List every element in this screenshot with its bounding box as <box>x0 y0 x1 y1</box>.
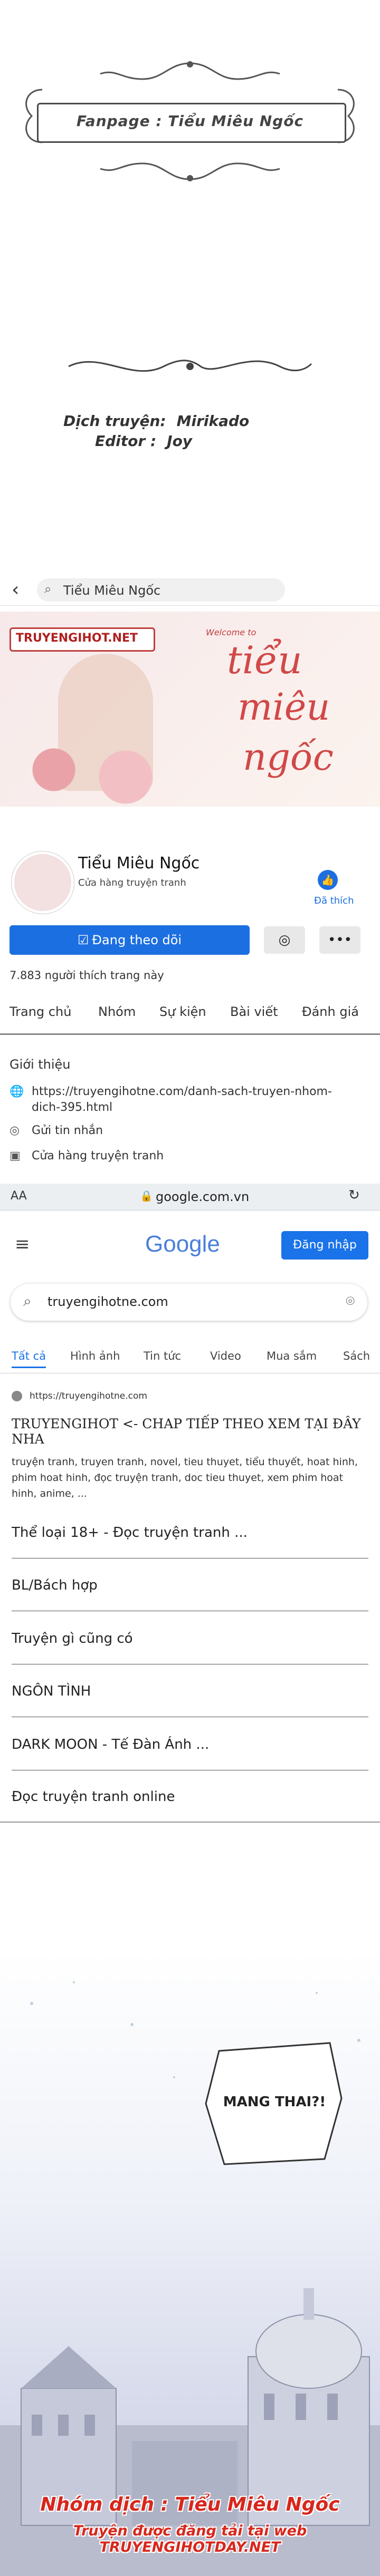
page-link-line1[interactable]: https://truyengihotne.com/danh-sach-truy… <box>32 1085 332 1098</box>
page-avatar[interactable] <box>12 851 74 914</box>
credit-group: Nhóm dịch : Tiểu Miêu Ngốc <box>40 2494 340 2515</box>
sitelink-5[interactable]: DARK MOON - Tế Đàn Ánh ... <box>12 1737 209 1752</box>
fb-search-bar[interactable]: ⌕ Tiểu Miêu Ngốc <box>37 578 285 602</box>
cover-banner-label: TRUYENGIHOT.NET <box>16 632 138 645</box>
google-query: truyengihotne.com <box>48 1294 168 1309</box>
reload-icon[interactable]: ↻ <box>348 1187 360 1203</box>
google-logo: Google <box>145 1231 220 1257</box>
likes-count: 7.883 người thích trang này <box>10 969 164 982</box>
sitelink-3[interactable]: Truyện gì cũng có <box>12 1631 133 1647</box>
page-name: Tiểu Miêu Ngốc <box>78 854 200 873</box>
google-search-input[interactable]: ⌕ truyengihotne.com ⌾ <box>11 1284 367 1321</box>
sitelink-4[interactable]: NGÔN TÌNH <box>12 1683 91 1699</box>
google-tab-images[interactable]: Hình ảnh <box>70 1350 120 1362</box>
result-title[interactable]: TRUYENGIHOT <- CHAP TIẾP THEO XEM TẠI ĐÂ… <box>12 1416 370 1447</box>
translator-value: Mirikado <box>176 412 250 430</box>
lock-icon: 🔒 <box>140 1189 153 1202</box>
about-title: Giới thiệu <box>10 1057 71 1072</box>
cover-photo: TRUYENGIHOT.NET Welcome to tiểu miêu ngố… <box>0 612 380 807</box>
follow-label: Đang theo dõi <box>92 933 182 947</box>
globe-icon: 🌐 <box>10 1085 24 1098</box>
sitelink-2[interactable]: BL/Bách hợp <box>12 1577 98 1593</box>
google-tab-news[interactable]: Tin tức <box>144 1350 181 1362</box>
credit-website: Truyện được đăng tải tại web TRUYENGIHOT… <box>73 2523 307 2555</box>
tab-posts[interactable]: Bài viết <box>230 1004 278 1019</box>
messenger-small-icon: ◎ <box>10 1124 20 1137</box>
fb-search-text: Tiểu Miêu Ngốc <box>63 583 161 598</box>
cover-title-2: miêu <box>238 685 330 729</box>
category-link[interactable]: Cửa hàng truyện tranh <box>32 1149 164 1163</box>
back-arrow-icon[interactable]: ‹ <box>12 579 19 601</box>
send-message-link[interactable]: Gửi tin nhắn <box>32 1124 103 1137</box>
result-description: truyện tranh, truyen tranh, novel, tieu … <box>12 1456 358 1499</box>
text-size-button[interactable]: AA <box>11 1189 27 1203</box>
tab-groups[interactable]: Nhóm <box>98 1004 136 1019</box>
follow-button[interactable]: ☑ Đang theo dõi <box>10 925 250 955</box>
like-label: Đã thích <box>314 895 354 906</box>
cover-flowers <box>0 733 179 807</box>
page-link-line2[interactable]: dich-395.html <box>32 1101 112 1114</box>
google-tab-books[interactable]: Sách <box>343 1350 370 1362</box>
sitelink-1[interactable]: Thể loại 18+ - Đọc truyện tranh ... <box>12 1525 248 1541</box>
credits-block: Dịch truyện: Mirikado Editor : Joy <box>63 411 249 451</box>
camera-icon[interactable]: ⌾ <box>346 1292 355 1310</box>
result-favicon-icon <box>12 1391 22 1401</box>
messenger-button[interactable]: ◎ <box>264 926 305 954</box>
like-icon[interactable]: 👍 <box>318 870 338 890</box>
more-label: ••• <box>327 932 352 948</box>
check-icon: ☑ <box>77 933 89 947</box>
google-tab-all[interactable]: Tất cả <box>12 1350 46 1368</box>
result-url[interactable]: https://truyengihotne.com <box>30 1391 147 1401</box>
cover-title-1: tiểu <box>227 638 302 682</box>
editor-label: Editor : <box>95 432 157 450</box>
search-icon: ⌕ <box>23 1292 32 1310</box>
ornament-divider <box>68 360 312 372</box>
messenger-icon: ◎ <box>278 932 291 948</box>
hamburger-menu-icon[interactable]: ≡ <box>15 1234 30 1255</box>
bubble-text: MANG THAI?! <box>223 2094 326 2110</box>
search-icon: ⌕ <box>44 582 52 596</box>
tab-reviews[interactable]: Đánh giá <box>302 1004 359 1019</box>
cover-small-text: Welcome to <box>206 627 256 637</box>
sitelink-6[interactable]: Đọc truyện tranh online <box>12 1789 175 1805</box>
cover-title-3: ngốc <box>243 735 334 779</box>
fanpage-title: Fanpage : Tiểu Miêu Ngốc <box>76 112 304 130</box>
google-bottom-border <box>0 1822 380 1823</box>
browser-url[interactable]: google.com.vn <box>156 1189 249 1204</box>
tab-events[interactable]: Sự kiện <box>159 1004 206 1019</box>
editor-value: Joy <box>167 432 193 450</box>
shop-icon: ▣ <box>10 1149 21 1163</box>
tab-home[interactable]: Trang chủ <box>10 1004 71 1019</box>
page-category: Cửa hàng truyện tranh <box>78 877 186 888</box>
translator-label: Dịch truyện: <box>63 412 166 430</box>
more-button[interactable]: ••• <box>319 926 360 954</box>
login-button[interactable]: Đăng nhập <box>281 1231 368 1260</box>
google-tab-video[interactable]: Video <box>210 1350 241 1362</box>
google-tab-shopping[interactable]: Mua sắm <box>267 1350 317 1362</box>
